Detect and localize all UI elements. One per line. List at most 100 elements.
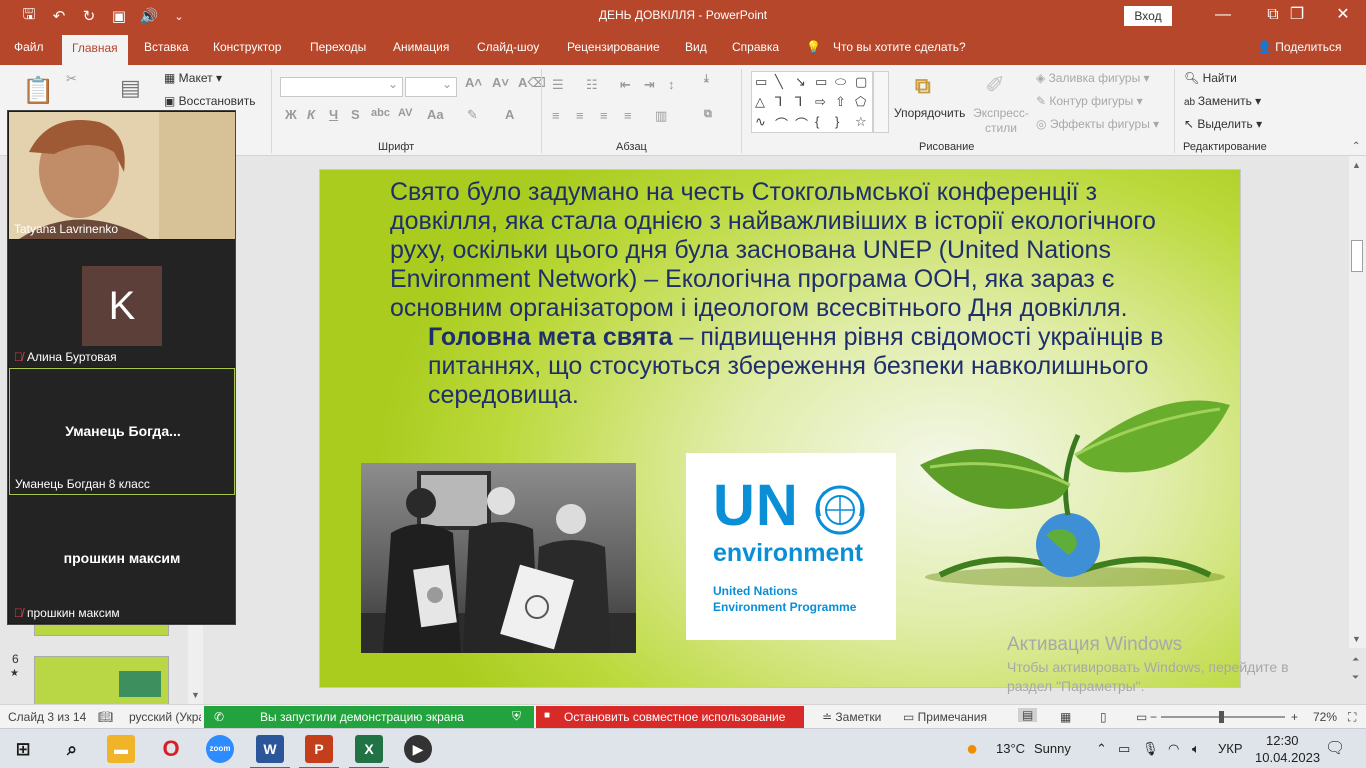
next-slide-icon[interactable]: ⏷ [1352,672,1359,683]
slide-text-box[interactable]: Свято було задумано на честь Стокгольмсь… [390,178,1180,410]
zoom-out-button[interactable]: − [1150,710,1157,724]
participant-tile-proshkin[interactable]: прошкин максим 🎙̸ прошкин максим [9,496,235,623]
tab-file[interactable]: Файл [14,40,44,54]
shape-outline-button[interactable]: ✎ Контур фигуры ▾ [1036,94,1143,108]
start-icon[interactable]: ⊞ [9,735,37,763]
oval-shape-icon[interactable]: ⬭ [835,74,846,90]
keyboard-language[interactable]: УКР [1218,741,1243,756]
redo-icon[interactable]: ↻ [74,7,104,25]
tell-me-search[interactable]: Что вы хотите сделать? [833,40,966,54]
triangle-shape-icon[interactable]: △ [755,94,765,110]
slideshow-view-icon[interactable]: ▭ [1136,710,1147,724]
reading-view-icon[interactable]: ▯ [1100,710,1107,724]
share-button[interactable]: 👤 Поделиться [1257,40,1342,54]
signin-button[interactable]: Вход [1124,6,1172,26]
clock-date[interactable]: 10.04.2023 [1255,750,1320,765]
audio-icon[interactable]: 🔊 [134,7,164,25]
tab-help[interactable]: Справка [732,40,779,54]
slide-thumbnail-6[interactable] [34,656,169,704]
slide-canvas[interactable]: Свято було задумано на честь Стокгольмсь… [319,169,1241,688]
quick-styles-button[interactable]: Экспресс- стили [971,106,1031,136]
thumb-scroll-down-icon[interactable]: ▼ [191,690,200,700]
minimize-icon[interactable]: — [1200,0,1246,32]
smartart-icon[interactable]: ⧉ [704,108,712,121]
shapes-gallery[interactable]: ▭ ╲ ↘ ▭ ⬭ ▢ △ ⅂ ⅂ ⇨ ⇧ ⬠ ∿ ⌒ ⌒ { } ☆ [751,71,873,133]
spellcheck-icon[interactable]: 📖︎ [98,710,113,724]
tab-review[interactable]: Рецензирование [567,40,660,54]
shape-effects-button[interactable]: ◎ Эффекты фигуры ▾ [1036,117,1159,131]
volume-icon[interactable]: 🔈︎ [1192,741,1200,757]
participant-tile-umanets[interactable]: Уманець Богда... Уманець Богдан 8 класс [9,368,235,495]
excel-icon[interactable]: X [349,735,389,768]
powerpoint-icon[interactable]: P [299,735,339,768]
columns-icon[interactable]: ▥ [655,108,667,124]
increase-indent-icon[interactable]: ⇥ [644,77,655,93]
bold-icon[interactable]: Ж [285,107,297,122]
present-icon[interactable]: ▣ [104,7,134,25]
freeform-shape-icon[interactable]: ⌒ [775,114,788,133]
reset-button[interactable]: ▣ Восстановить [164,94,256,108]
scroll-down-icon[interactable]: ▼ [1352,634,1361,644]
tab-transitions[interactable]: Переходы [310,40,366,54]
arrange-button[interactable]: Упорядочить [894,106,965,120]
spacing-icon[interactable]: AV [398,107,412,119]
pentagon-shape-icon[interactable]: ⬠ [855,94,866,110]
right-arrow-shape-icon[interactable]: ⇨ [815,94,826,110]
elbow-arrow-icon[interactable]: ⅂ [795,94,802,110]
decrease-indent-icon[interactable]: ⇤ [620,77,631,93]
elbow-connector-icon[interactable]: ⅂ [775,94,782,110]
zoom-level[interactable]: 72% [1313,710,1337,724]
rectangle-shape-icon[interactable]: ▭ [815,74,827,90]
zoom-icon[interactable]: zoom [206,735,234,763]
bullets-icon[interactable]: ☰ [552,77,564,93]
star-shape-icon[interactable]: ☆ [855,114,867,130]
paste-icon[interactable]: 📋 [22,75,54,106]
cut-icon[interactable]: ✂ [66,71,77,87]
font-name-combo[interactable] [280,77,403,97]
clock-time[interactable]: 12:30 [1266,733,1299,748]
weather-temp[interactable]: 13°C [996,741,1025,756]
font-size-combo[interactable] [405,77,457,97]
slide-counter[interactable]: Слайд 3 из 14 [8,710,86,724]
slide-sorter-icon[interactable]: ▦ [1060,710,1071,724]
slide-vertical-scrollbar[interactable]: ▲ ▼ [1349,156,1366,648]
align-right-icon[interactable]: ≡ [600,108,608,123]
italic-icon[interactable]: К [307,107,315,122]
notifications-icon[interactable]: 🗨︎ [1325,738,1345,758]
save-icon[interactable]: 🖫 [14,4,44,29]
tab-view[interactable]: Вид [685,40,707,54]
tray-chevron-icon[interactable]: ⌃ [1096,741,1107,757]
shadow-icon[interactable]: S [351,107,360,122]
opera-icon[interactable]: O [157,735,185,763]
strikethrough-icon[interactable]: abc [371,107,390,119]
participant-tile-alina[interactable]: K 🎙̸ Алина Буртовая [9,240,235,367]
historic-photo[interactable] [361,463,636,653]
file-explorer-icon[interactable]: ▬ [107,735,135,763]
curve-shape-icon[interactable]: ∿ [755,114,766,130]
increase-font-icon[interactable]: A˄ [465,75,482,90]
brace-left-icon[interactable]: { [815,114,819,129]
numbering-icon[interactable]: ☷ [586,77,598,93]
layout-button[interactable]: ▦ Макет ▾ [164,71,222,85]
participant-tile-tatyana[interactable]: Tatyana Lavrinenko [9,112,235,239]
fit-slide-icon[interactable]: ⛶ [1348,710,1356,725]
brace-right-icon[interactable]: } [835,114,839,129]
scroll-up-icon[interactable]: ▲ [1352,160,1361,170]
arrow-shape-icon[interactable]: ↘ [795,74,806,90]
previous-slide-icon[interactable]: ⏶ [1352,654,1359,665]
find-button[interactable]: 🔍︎ Найти [1184,71,1237,85]
justify-icon[interactable]: ≡ [624,108,632,123]
weather-text[interactable]: Sunny [1034,741,1071,756]
rounded-rect-shape-icon[interactable]: ▢ [855,74,867,90]
text-direction-icon[interactable]: ⤓ [704,73,709,86]
tab-insert[interactable]: Вставка [144,40,189,54]
zoom-in-button[interactable]: + [1291,710,1298,724]
highlight-icon[interactable]: ✎ [467,107,478,123]
shapes-gallery-scroll[interactable] [873,71,889,133]
comments-button[interactable]: ▭ Примечания [903,710,987,724]
language-indicator[interactable]: русский (Украина) [129,710,201,724]
up-arrow-shape-icon[interactable]: ⇧ [835,94,846,110]
underline-icon[interactable]: Ч [329,107,338,122]
tab-animations[interactable]: Анимация [393,40,449,54]
replace-button[interactable]: ab Заменить ▾ [1184,94,1261,108]
